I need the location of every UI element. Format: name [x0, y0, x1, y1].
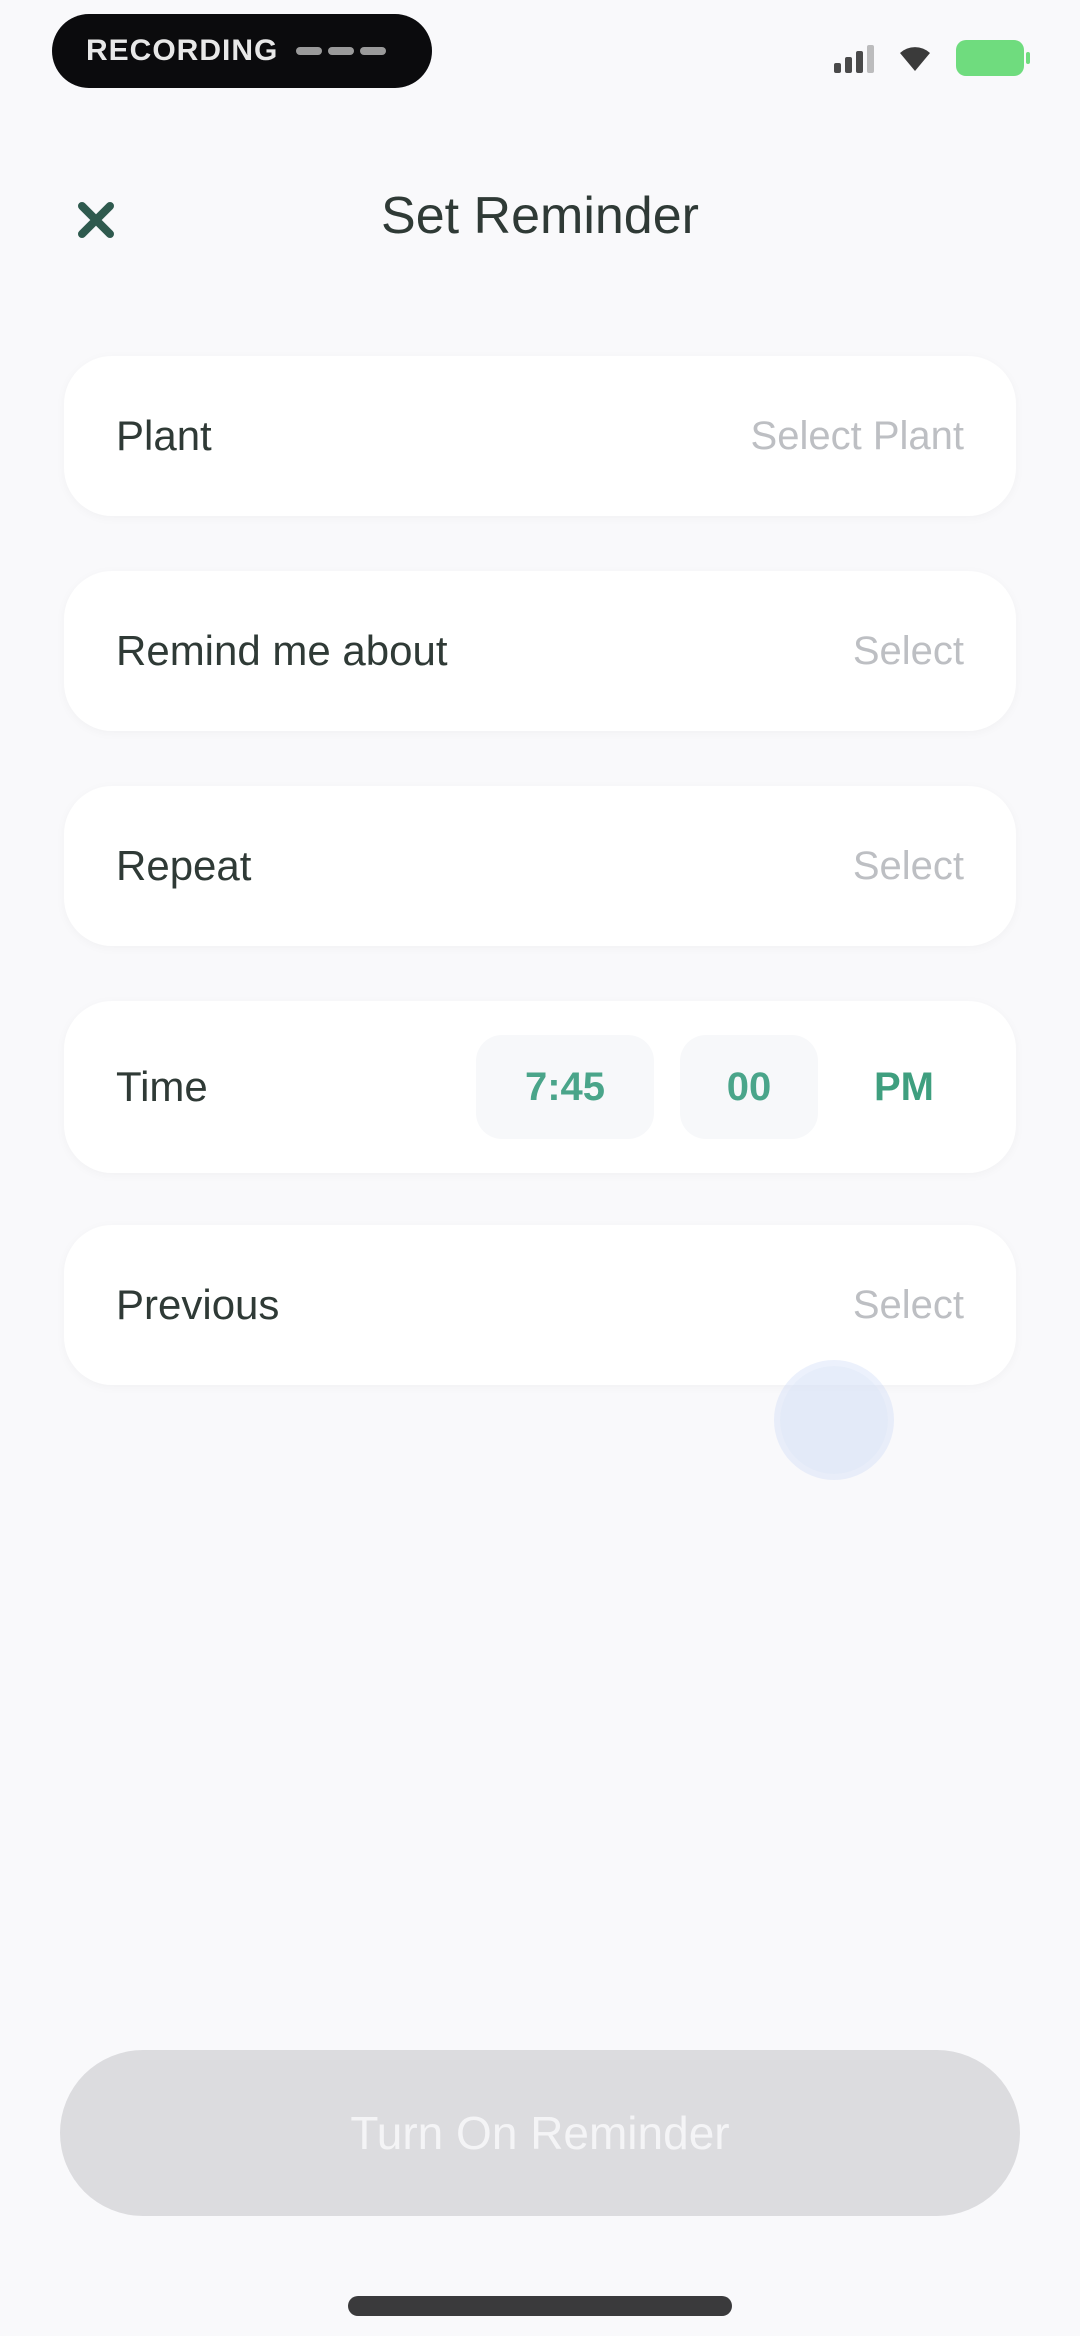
hour-picker[interactable]: 7:45	[476, 1035, 654, 1139]
recording-dots	[296, 47, 387, 55]
reminder-form: Plant Select Plant Remind me about Selec…	[64, 356, 1016, 1440]
minute-picker[interactable]: 00	[680, 1035, 818, 1139]
remind-about-label: Remind me about	[116, 627, 448, 674]
home-indicator[interactable]	[348, 2296, 732, 2316]
turn-on-reminder-button[interactable]: Turn On Reminder	[60, 2050, 1020, 2216]
previous-value: Select	[852, 1282, 964, 1327]
set-reminder-screen: RECORDING Set Reminder Plant Select Plan…	[0, 0, 1080, 2336]
plant-value: Select Plant	[750, 413, 964, 458]
repeat-value: Select	[852, 843, 964, 888]
wifi-icon	[896, 43, 934, 73]
time-label: Time	[116, 1063, 208, 1110]
plant-row[interactable]: Plant Select Plant	[64, 356, 1016, 516]
previous-row[interactable]: Previous Select	[64, 1225, 1016, 1385]
time-controls: 7:45 00 PM	[476, 1035, 964, 1139]
plant-label: Plant	[116, 412, 212, 459]
am-pm-toggle[interactable]: PM	[844, 1035, 964, 1139]
page-title: Set Reminder	[381, 187, 699, 245]
time-row: Time 7:45 00 PM	[64, 1001, 1016, 1173]
screen-recording-indicator[interactable]: RECORDING	[52, 14, 432, 88]
battery-icon	[956, 40, 1030, 76]
previous-label: Previous	[116, 1281, 280, 1328]
repeat-row[interactable]: Repeat Select	[64, 786, 1016, 946]
status-icons	[834, 36, 1030, 80]
repeat-label: Repeat	[116, 842, 252, 889]
remind-about-value: Select	[852, 628, 964, 673]
header: Set Reminder	[0, 160, 1080, 280]
signal-icon	[834, 43, 874, 73]
touch-indicator	[780, 1366, 888, 1474]
remind-about-row[interactable]: Remind me about Select	[64, 571, 1016, 731]
recording-label: RECORDING	[86, 34, 279, 67]
